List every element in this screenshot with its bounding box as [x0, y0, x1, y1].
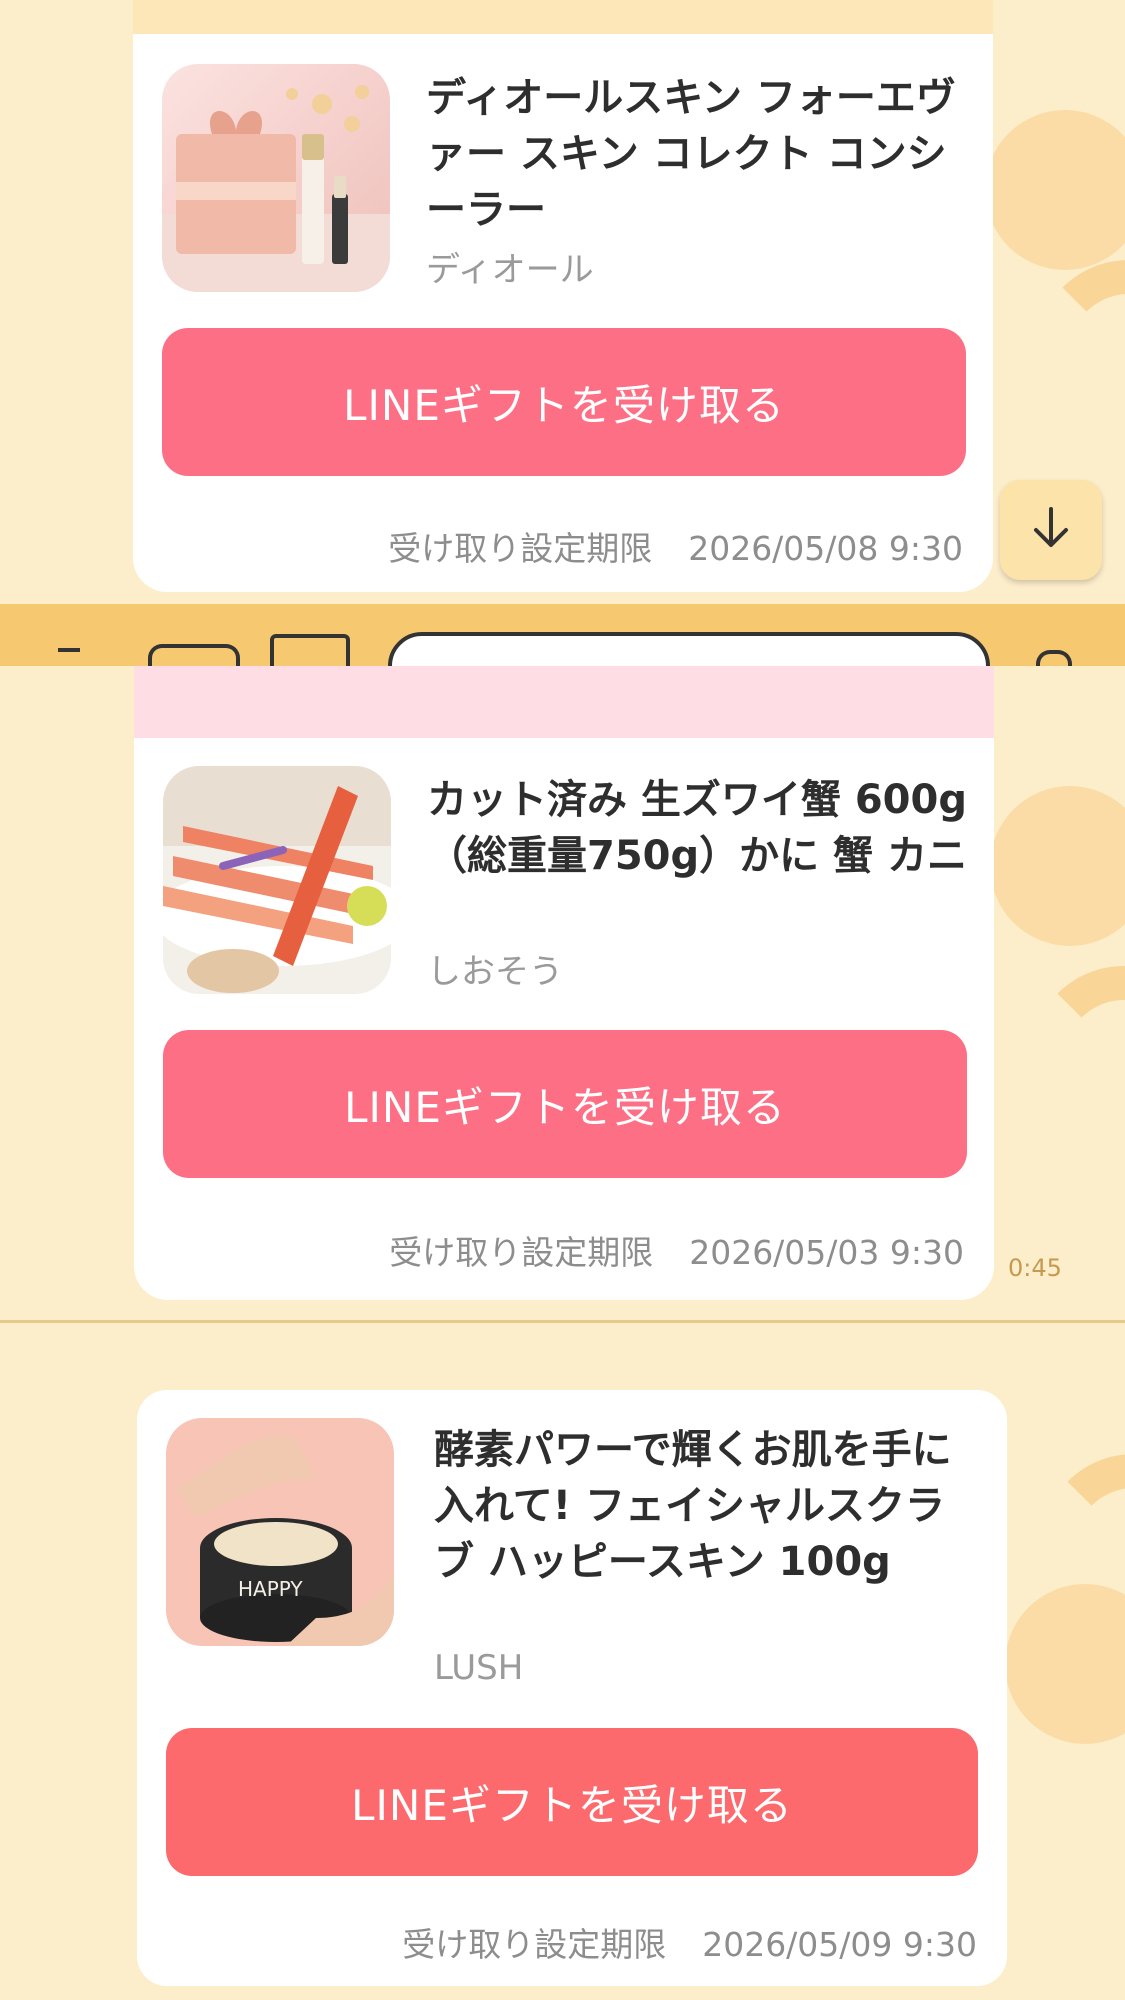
gift-card[interactable]: ディオールスキン フォーエヴァー スキン コレクト コンシーラー ディオール L… — [133, 34, 993, 592]
chat-panel-1: ディオールスキン フォーエヴァー スキン コレクト コンシーラー ディオール L… — [0, 0, 1125, 604]
product-brand: LUSH — [434, 1648, 524, 1688]
deadline-label: 受け取り設定期限 — [402, 1925, 667, 1964]
gift-card[interactable]: カット済み 生ズワイ蟹 600g（総重量750g）かに 蟹 カニ しおそう LI… — [134, 738, 994, 1300]
product-title: カット済み 生ズワイ蟹 600g（総重量750g）かに 蟹 カニ — [427, 777, 967, 879]
deadline-row: 受け取り設定期限 2026/05/08 9:30 — [388, 522, 963, 570]
chat-panel-3: HAPPY 酵素パワーで輝くお肌を手に入れて! フェイシャルスクラブ ハッピース… — [0, 1334, 1125, 2000]
chat-input-bar — [0, 604, 1125, 666]
svg-text:HAPPY: HAPPY — [238, 1577, 303, 1601]
deadline-date: 2026/05/03 9:30 — [689, 1233, 964, 1272]
camera-icon[interactable] — [148, 644, 240, 666]
wallpaper-face-decoration — [985, 110, 1125, 270]
mic-icon[interactable] — [1036, 650, 1072, 666]
deadline-row: 受け取り設定期限 2026/05/03 9:30 — [389, 1226, 964, 1274]
arrow-down-icon — [1028, 505, 1074, 555]
scroll-to-bottom-button[interactable] — [1000, 480, 1102, 580]
wallpaper-swirl-decoration — [1030, 966, 1125, 1154]
deadline-label: 受け取り設定期限 — [389, 1233, 654, 1272]
gift-card[interactable]: HAPPY 酵素パワーで輝くお肌を手に入れて! フェイシャルスクラブ ハッピース… — [137, 1390, 1007, 1986]
message-timestamp: 0:45 — [1008, 1254, 1062, 1282]
product-brand: ディオール — [426, 250, 594, 290]
receive-gift-button[interactable]: LINEギフトを受け取る — [163, 1030, 967, 1178]
message-input[interactable] — [388, 632, 990, 666]
card-header-strip — [134, 666, 994, 738]
receive-gift-button[interactable]: LINEギフトを受け取る — [162, 328, 966, 476]
receive-gift-button[interactable]: LINEギフトを受け取る — [166, 1728, 978, 1876]
deadline-date: 2026/05/09 9:30 — [702, 1925, 977, 1964]
product-thumbnail[interactable] — [162, 64, 390, 292]
wallpaper-face-decoration — [990, 786, 1125, 946]
card-header-strip — [133, 0, 993, 34]
product-thumbnail[interactable]: HAPPY — [166, 1418, 394, 1646]
deadline-row: 受け取り設定期限 2026/05/09 9:30 — [402, 1918, 977, 1966]
deadline-date: 2026/05/08 9:30 — [688, 529, 963, 568]
chat-panel-2: カット済み 生ズワイ蟹 600g（総重量750g）かに 蟹 カニ しおそう LI… — [0, 666, 1125, 1320]
wallpaper-swirl-decoration — [1035, 260, 1125, 448]
product-brand: しおそう — [427, 952, 563, 992]
plus-icon[interactable] — [58, 648, 80, 652]
product-thumbnail[interactable] — [163, 766, 391, 994]
deadline-label: 受け取り設定期限 — [388, 529, 653, 568]
product-title: 酵素パワーで輝くお肌を手に入れて! フェイシャルスクラブ ハッピースキン 100… — [434, 1427, 952, 1585]
image-icon[interactable] — [270, 634, 350, 666]
product-title: ディオールスキン フォーエヴァー スキン コレクト コンシーラー — [426, 75, 956, 233]
